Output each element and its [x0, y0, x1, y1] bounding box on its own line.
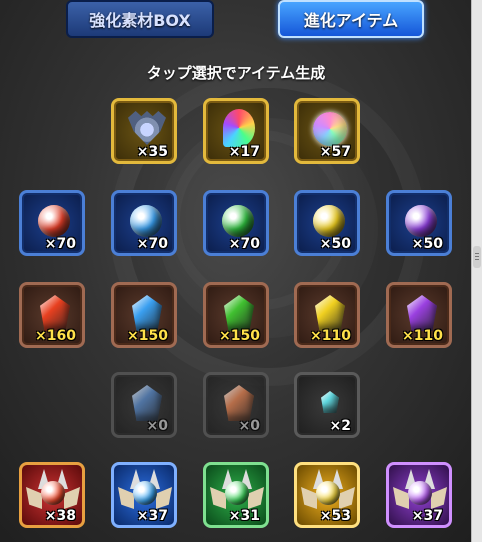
item-slot[interactable]: ×53: [294, 462, 360, 528]
wing: [210, 487, 226, 509]
item-slot[interactable]: ×150: [111, 282, 177, 348]
item-slot[interactable]: ×70: [111, 190, 177, 256]
crest-icon: [128, 111, 166, 145]
scrollbar-thumb[interactable]: [473, 246, 481, 268]
water-orb-icon: [130, 205, 162, 237]
wing: [64, 487, 80, 509]
item-slot[interactable]: ×0: [203, 372, 269, 438]
wing: [26, 487, 42, 509]
tab-bar: 強化素材BOX 進化アイテム: [0, 0, 472, 48]
wing: [301, 487, 317, 509]
water-monster-icon: [118, 469, 172, 511]
item-slot[interactable]: ×110: [294, 282, 360, 348]
core-orb: [133, 481, 157, 505]
item-slot[interactable]: ×70: [203, 190, 269, 256]
fire-stone-icon: [40, 295, 70, 331]
item-quantity: ×150: [219, 328, 260, 344]
item-quantity: ×0: [238, 418, 260, 434]
item-quantity: ×17: [228, 144, 260, 160]
item-quantity: ×31: [228, 508, 260, 524]
item-quantity: ×53: [319, 508, 351, 524]
item-slot[interactable]: ×150: [203, 282, 269, 348]
core-orb: [41, 481, 65, 505]
light-orb-icon: [313, 205, 345, 237]
wing: [431, 487, 447, 509]
wood-monster-icon: [210, 469, 264, 511]
tab-evolution-items[interactable]: 進化アイテム: [278, 0, 424, 38]
light-stone-icon: [315, 295, 345, 331]
rainbow-orb-icon: [313, 112, 347, 146]
item-slot[interactable]: ×37: [386, 462, 452, 528]
wing: [156, 487, 172, 509]
item-slot[interactable]: ×2: [294, 372, 360, 438]
item-quantity: ×70: [44, 236, 76, 252]
item-quantity: ×50: [411, 236, 443, 252]
item-quantity: ×2: [329, 418, 351, 434]
small-crystal-icon: [321, 391, 339, 413]
core-orb: [316, 481, 340, 505]
item-quantity: ×35: [136, 144, 168, 160]
item-quantity: ×50: [319, 236, 351, 252]
item-quantity: ×160: [35, 328, 76, 344]
core-orb: [408, 481, 432, 505]
item-slot[interactable]: ×17: [203, 98, 269, 164]
wing: [339, 487, 355, 509]
item-quantity: ×150: [127, 328, 168, 344]
item-quantity: ×0: [146, 418, 168, 434]
light-monster-icon: [301, 469, 355, 511]
rainbow-swirl-icon: [223, 109, 255, 147]
fire-monster-icon: [26, 469, 80, 511]
fire-crystal-icon: [224, 385, 254, 421]
item-quantity: ×70: [228, 236, 260, 252]
tab-enhance-material-box[interactable]: 強化素材BOX: [66, 0, 214, 38]
core-orb: [225, 481, 249, 505]
item-slot[interactable]: ×160: [19, 282, 85, 348]
wing: [393, 487, 409, 509]
wing: [118, 487, 134, 509]
dark-monster-icon: [393, 469, 447, 511]
instruction-text: タップ選択でアイテム生成: [146, 64, 326, 82]
item-slot[interactable]: ×0: [111, 372, 177, 438]
item-slot[interactable]: ×57: [294, 98, 360, 164]
water-crystal-icon: [132, 385, 162, 421]
fire-orb-icon: [38, 205, 70, 237]
item-slot[interactable]: ×35: [111, 98, 177, 164]
item-slot[interactable]: ×70: [19, 190, 85, 256]
item-slot[interactable]: ×37: [111, 462, 177, 528]
item-quantity: ×57: [319, 144, 351, 160]
item-quantity: ×37: [411, 508, 443, 524]
item-quantity: ×110: [310, 328, 351, 344]
water-stone-icon: [132, 295, 162, 331]
wood-stone-icon: [224, 295, 254, 331]
scrollbar[interactable]: [471, 0, 482, 542]
wing: [248, 487, 264, 509]
item-slot[interactable]: ×38: [19, 462, 85, 528]
item-slot[interactable]: ×50: [386, 190, 452, 256]
dark-orb-icon: [405, 205, 437, 237]
item-slot[interactable]: ×31: [203, 462, 269, 528]
item-quantity: ×37: [136, 508, 168, 524]
dark-stone-icon: [407, 295, 437, 331]
item-quantity: ×38: [44, 508, 76, 524]
item-quantity: ×70: [136, 236, 168, 252]
item-quantity: ×110: [402, 328, 443, 344]
item-slot[interactable]: ×110: [386, 282, 452, 348]
wood-orb-icon: [222, 205, 254, 237]
item-slot[interactable]: ×50: [294, 190, 360, 256]
